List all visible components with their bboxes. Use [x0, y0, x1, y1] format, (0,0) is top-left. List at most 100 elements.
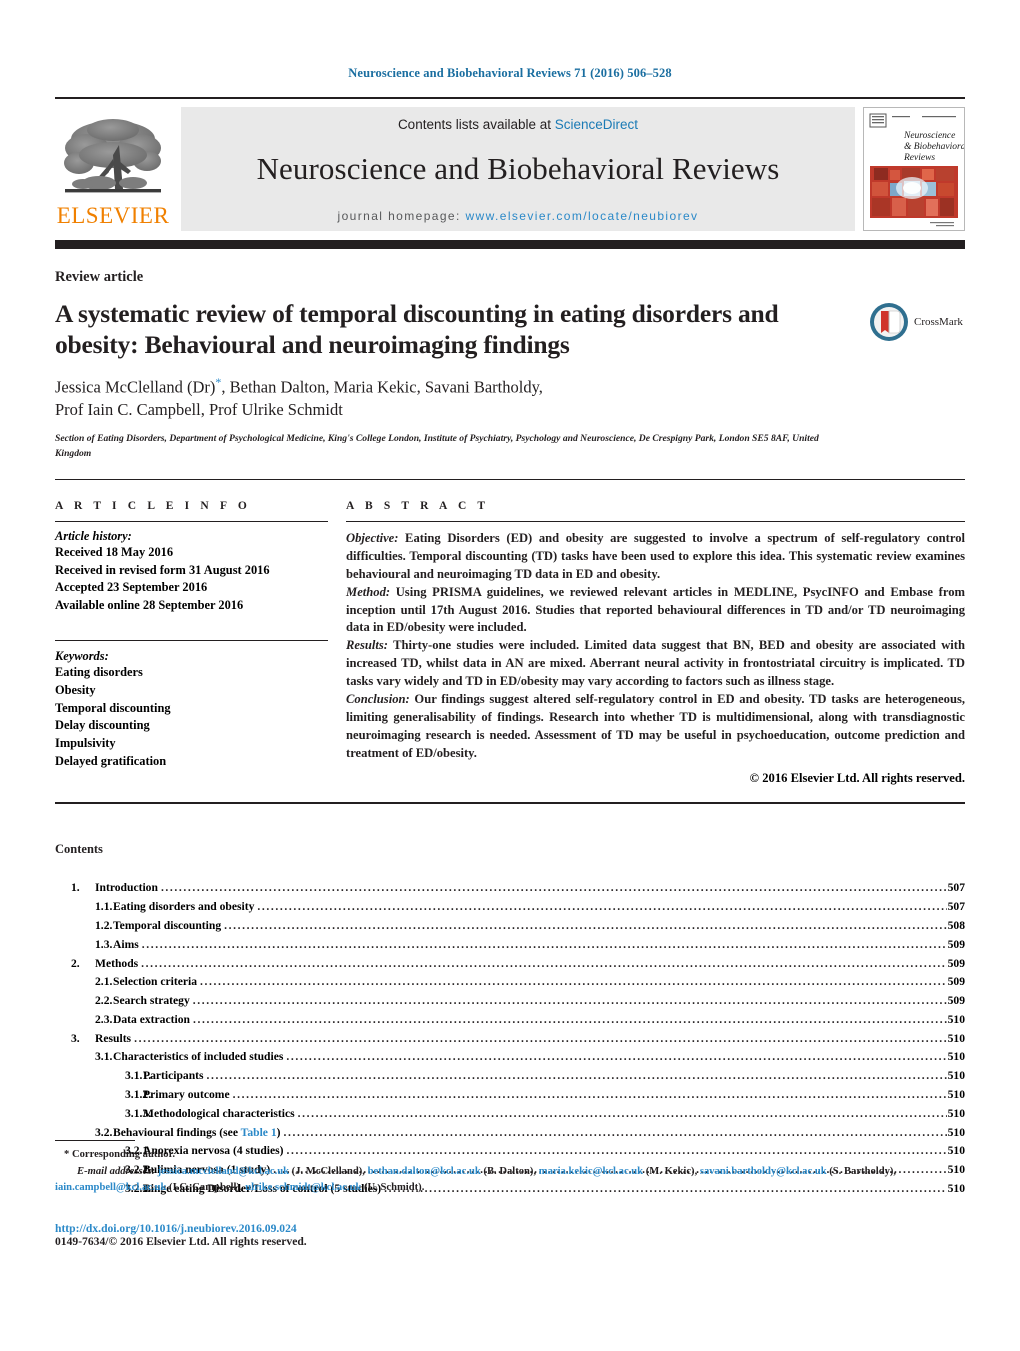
article-history-block: Article history: Received 18 May 2016 Re…	[55, 529, 328, 614]
abstract-body: Objective: Eating Disorders (ED) and obe…	[346, 530, 965, 762]
email-link[interactable]: maria.kekic@kcl.ac.uk	[539, 1166, 643, 1177]
banner-bottom-rule	[55, 240, 965, 249]
toc-entry-page: 507	[947, 900, 965, 914]
crossmark-badge[interactable]: CrossMark	[869, 298, 965, 342]
toc-entry-number: 1.2.	[95, 918, 113, 932]
toc-entry-label: Introduction	[95, 881, 158, 895]
toc-entry-label: Eating disorders and obesity	[113, 900, 255, 914]
toc-entry-page: 509	[947, 994, 965, 1008]
toc-entry-label: Temporal discounting	[113, 918, 222, 932]
abstract-objective-label: Objective:	[346, 531, 399, 546]
toc-entry-page: 508	[947, 918, 965, 932]
keywords-block: Keywords: Eating disorders Obesity Tempo…	[55, 649, 328, 770]
toc-entry[interactable]: 3.1.3. Methodological characteristics....…	[55, 1105, 965, 1124]
toc-entry-number: 1.3.	[95, 937, 113, 951]
banner-center: Contents lists available at ScienceDirec…	[181, 107, 855, 231]
toc-leader-dots: ........................................…	[232, 1088, 947, 1101]
title-section-rule	[55, 479, 965, 481]
abstract-results-label: Results:	[346, 638, 388, 653]
abstract-conclusion: Conclusion: Our findings suggest altered…	[346, 691, 965, 763]
abstract-column: A B S T R A C T Objective: Eating Disord…	[346, 500, 965, 786]
toc-leader-dots: ........................................…	[192, 994, 947, 1008]
toc-entry-label: Data extraction	[113, 1012, 190, 1026]
toc-entry-page: 510	[947, 1088, 965, 1101]
email-link[interactable]: bethan.dalton@kcl.ac.uk	[368, 1166, 481, 1177]
toc-entry-label: Results	[95, 1031, 132, 1045]
sciencedirect-link[interactable]: ScienceDirect	[555, 117, 638, 132]
toc-entry[interactable]: 3. Results...............................…	[55, 1030, 965, 1049]
toc-entry[interactable]: 1.3. Aims................................…	[55, 936, 965, 955]
svg-text:& Biobehavioral: & Biobehavioral	[904, 142, 964, 152]
info-abstract-section: A R T I C L E I N F O Article history: R…	[55, 500, 965, 786]
toc-entry[interactable]: 2.3. Data extraction.....................…	[55, 1011, 965, 1030]
article-info-column: A R T I C L E I N F O Article history: R…	[55, 500, 346, 786]
toc-entry-label: Characteristics of included studies	[113, 1050, 284, 1064]
journal-homepage-line: journal homepage: www.elsevier.com/locat…	[338, 209, 699, 223]
toc-entry[interactable]: 3.1.1. Participants......................…	[55, 1067, 965, 1086]
toc-table-link[interactable]: Table 1	[241, 1126, 277, 1139]
keyword-item: Obesity	[55, 683, 96, 698]
contents-available-line: Contents lists available at ScienceDirec…	[398, 117, 638, 132]
abstract-method-text: Using PRISMA guidelines, we reviewed rel…	[346, 584, 965, 635]
toc-entry[interactable]: 2.2. Search strategy.....................…	[55, 992, 965, 1011]
toc-entry[interactable]: 2. Methods...............................…	[55, 955, 965, 974]
svg-text:Neuroscience: Neuroscience	[903, 131, 955, 141]
homepage-prefix: journal homepage:	[337, 209, 466, 223]
elsevier-logo: ELSEVIER	[55, 107, 171, 231]
journal-banner: ELSEVIER Contents lists available at Sci…	[55, 107, 965, 231]
toc-entry-page: 509	[947, 937, 965, 951]
keyword-item: Delay discounting	[55, 718, 150, 733]
toc-entry[interactable]: 2.1. Selection criteria..................…	[55, 973, 965, 992]
toc-entry[interactable]: 1.2. Temporal discounting................…	[55, 917, 965, 936]
toc-entry-label: Methods	[95, 956, 139, 970]
running-head: Neuroscience and Biobehavioral Reviews 7…	[348, 66, 672, 80]
keyword-item: Temporal discounting	[55, 700, 171, 715]
toc-entry[interactable]: 1. Introduction..........................…	[55, 879, 965, 898]
keyword-item: Delayed gratification	[55, 753, 167, 768]
footnote-rule	[55, 1140, 135, 1141]
toc-leader-dots: ........................................…	[160, 881, 947, 895]
article-info-heading: A R T I C L E I N F O	[55, 500, 251, 513]
toc-entry-page: 507	[947, 881, 965, 895]
abstract-bottom-rule	[55, 802, 965, 805]
toc-leader-dots: ........................................…	[286, 1050, 947, 1064]
abstract-heading: A B S T R A C T	[346, 500, 490, 513]
toc-entry[interactable]: 3.1.2. Primary outcome...................…	[55, 1086, 965, 1105]
author-affiliation: Section of Eating Disorders, Department …	[55, 433, 819, 459]
corresponding-author-note: * Corresponding author.	[64, 1149, 175, 1160]
email-link[interactable]: savani.bartholdy@kcl.ac.uk	[700, 1166, 827, 1177]
abstract-results-text: Thirty-one studies were included. Limite…	[346, 638, 965, 689]
email-list: jessica.mcclelland@kcl.ac.uk (J. McClell…	[55, 1166, 896, 1193]
toc-entry-label: Selection criteria	[113, 975, 198, 989]
journal-homepage-link[interactable]: www.elsevier.com/locate/neubiorev	[465, 209, 698, 223]
abstract-results: Results: Thirty-one studies were include…	[346, 637, 965, 691]
toc-entry-label: Search strategy	[113, 994, 190, 1008]
toc-leader-dots: ........................................…	[257, 900, 946, 914]
email-owner: (S. Bartholdy),	[826, 1166, 897, 1178]
author-list: Jessica McClelland (Dr)*, Bethan Dalton,…	[55, 374, 851, 421]
keywords-rule	[55, 640, 328, 642]
toc-entry-label: Participants	[143, 1069, 204, 1083]
toc-entry-page: 509	[947, 956, 965, 970]
email-owner: (M. Kekic),	[643, 1166, 698, 1178]
email-link[interactable]: jessica.mcclelland@kcl.ac.uk	[158, 1166, 289, 1177]
toc-entry-page: 510	[947, 1106, 965, 1120]
email-owner: (B. Dalton),	[480, 1166, 537, 1178]
toc-entry-label: Methodological characteristics	[143, 1106, 295, 1120]
abstract-conclusion-text: Our findings suggest altered self-regula…	[346, 691, 965, 760]
authors-line1-rest: , Bethan Dalton, Maria Kekic, Savani Bar…	[221, 377, 543, 397]
toc-entry[interactable]: 1.1. Eating disorders and obesity........…	[55, 898, 965, 917]
email-owner: (I.C. Campbell),	[166, 1182, 243, 1194]
email-link[interactable]: ulrike.schmidt@kcl.ac.uk	[245, 1182, 361, 1193]
doi-link[interactable]: http://dx.doi.org/10.1016/j.neubiorev.20…	[55, 1222, 965, 1235]
toc-entry[interactable]: 3.1. Characteristics of included studies.…	[55, 1048, 965, 1067]
toc-leader-dots: ........................................…	[141, 956, 947, 970]
article-type-label: Review article	[55, 269, 144, 285]
toc-entry-number: 2.1.	[95, 975, 113, 989]
keywords-label: Keywords:	[55, 649, 109, 664]
email-addresses-note: E-mail addresses: jessica.mcclelland@kcl…	[55, 1164, 965, 1196]
email-link[interactable]: iain.campbell@kcl.ac.uk	[55, 1182, 166, 1193]
authors-line2: Prof Iain C. Campbell, Prof Ulrike Schmi…	[55, 399, 343, 419]
toc-entry-number: 1.	[71, 881, 80, 895]
toc-entry-label: Primary outcome	[143, 1088, 230, 1101]
